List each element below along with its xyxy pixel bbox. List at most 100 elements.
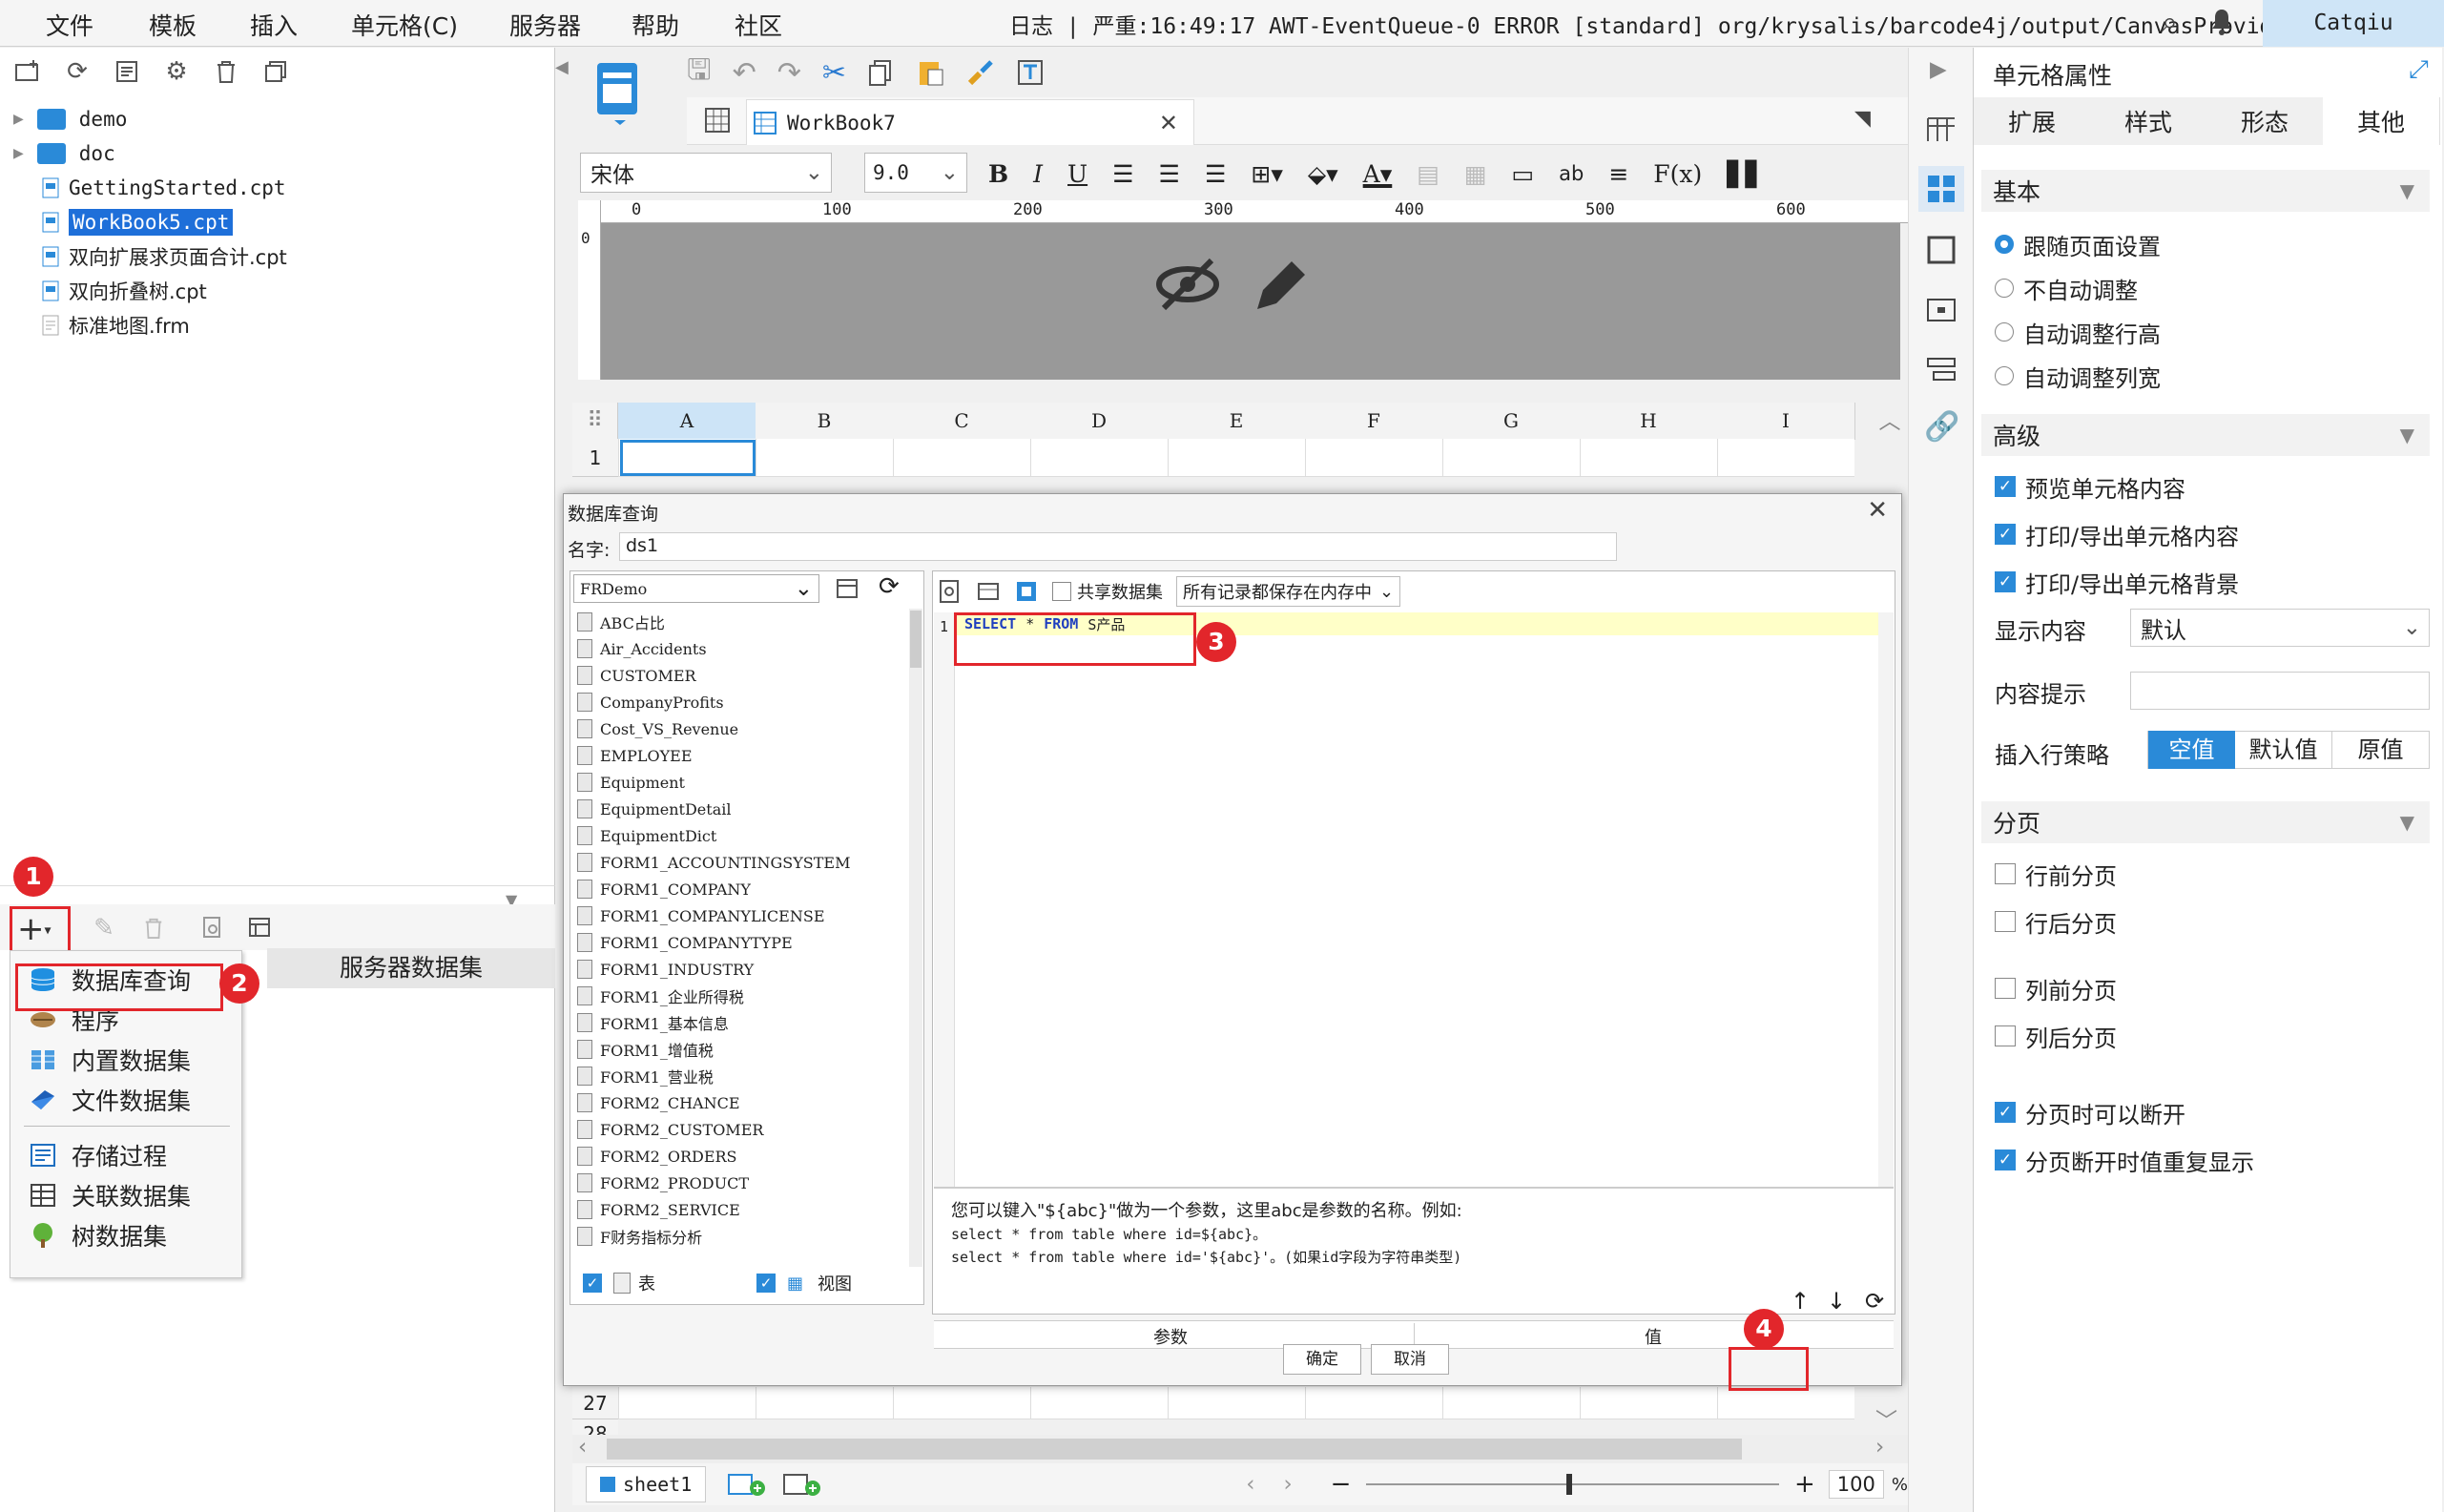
bold-icon[interactable]: B — [988, 160, 1008, 188]
sql-scrollbar[interactable] — [1878, 612, 1894, 1187]
add-dashboard-sheet-icon[interactable] — [782, 1472, 821, 1497]
scroll-down-icon[interactable]: ﹀ — [1875, 1402, 1897, 1435]
radio-follow-page[interactable]: 跟随页面设置 — [1995, 225, 2161, 263]
table-item[interactable]: FORM1_企业所得税 — [577, 983, 744, 1009]
table-item[interactable]: FORM2_ORDERS — [577, 1143, 737, 1170]
hidden-eye-icon[interactable] — [1154, 256, 1221, 327]
sheet-tab-sheet1[interactable]: sheet1 — [586, 1466, 707, 1502]
zoom-slider[interactable] — [1366, 1474, 1779, 1495]
table-item[interactable]: FORM1_COMPANYTYPE — [577, 929, 793, 956]
bell-icon[interactable] — [2211, 8, 2232, 36]
row-header[interactable]: 1 — [572, 439, 618, 477]
insert-original-option[interactable]: 原值 — [2332, 731, 2429, 769]
column-layout-icon[interactable] — [1924, 111, 1958, 145]
menu-item-related-dataset[interactable]: 关联数据集 — [10, 1176, 239, 1214]
paste-icon[interactable] — [917, 58, 945, 87]
zoom-out-icon[interactable]: − — [1331, 1470, 1352, 1499]
cancel-button[interactable]: 取消 — [1371, 1344, 1449, 1375]
save-icon[interactable]: 🖫 — [687, 49, 712, 97]
zoom-in-icon[interactable]: + — [1794, 1470, 1815, 1499]
checkbox-page-after-col[interactable]: 列后分页 — [1995, 1017, 2117, 1055]
expand-arrow-icon[interactable]: ▶ — [13, 146, 24, 161]
display-content-select[interactable]: 默认 ⌄ — [2130, 609, 2430, 647]
table-item[interactable]: FORM1_COMPANY — [577, 876, 751, 902]
pin-icon[interactable]: ⤢ — [2409, 55, 2429, 85]
report-template-icon[interactable] — [593, 59, 647, 126]
unmerge-cells-icon[interactable]: ▦ — [1464, 160, 1487, 188]
checkbox-page-before-row[interactable]: 行前分页 — [1995, 855, 2117, 893]
column-header[interactable]: B — [756, 403, 894, 440]
radio-auto-col-width[interactable]: 自动调整列宽 — [1995, 357, 2161, 395]
hyperlink-icon[interactable]: 🔗 — [1924, 410, 1959, 444]
section-basic[interactable]: 基本 ▼ — [1981, 170, 2430, 212]
params-icon[interactable] — [976, 579, 1001, 604]
table-item[interactable]: FORM1_ACCOUNTINGSYSTEM — [577, 849, 850, 876]
query-icon[interactable] — [1014, 579, 1039, 604]
menu-cell[interactable]: 单元格(C) — [351, 8, 458, 42]
format-painter-icon[interactable] — [966, 58, 995, 87]
table-item[interactable]: FORM2_CHANCE — [577, 1089, 740, 1116]
column-header[interactable]: H — [1580, 403, 1718, 440]
table-item[interactable]: FORM1_基本信息 — [577, 1009, 729, 1036]
font-size-select[interactable]: 9.0 ⌄ — [864, 153, 967, 193]
table-item[interactable]: CUSTOMER — [577, 662, 696, 689]
italic-icon[interactable]: I — [1033, 160, 1043, 188]
tab-menu-icon[interactable]: ◥ — [1854, 107, 1871, 131]
border-icon[interactable]: ⊞▾ — [1251, 160, 1283, 188]
table-item[interactable]: ABC占比 — [577, 609, 665, 635]
table-item[interactable]: EMPLOYEE — [577, 742, 693, 769]
text-box-icon[interactable] — [1016, 58, 1045, 87]
checkbox-print-background[interactable]: ✓ 打印/导出单元格背景 — [1995, 563, 2239, 601]
menu-server[interactable]: 服务器 — [509, 8, 581, 42]
pencil-icon[interactable] — [1250, 256, 1311, 322]
menu-file[interactable]: 文件 — [46, 8, 93, 42]
close-tab-icon[interactable]: ✕ — [1159, 110, 1178, 136]
log-message[interactable]: 日志 | 严重:16:49:17 AWT-EventQueue-0 ERROR … — [1009, 8, 2299, 40]
formula-icon[interactable]: F(x) — [1653, 160, 1702, 188]
preview-dataset-icon[interactable] — [197, 912, 229, 944]
menu-item-file-dataset[interactable]: 文件数据集 — [10, 1081, 239, 1119]
copy-cell-icon[interactable] — [867, 58, 896, 87]
collapse-right-icon[interactable]: ▶ — [1930, 57, 1947, 82]
new-folder-icon[interactable] — [11, 55, 44, 88]
cut-icon[interactable]: ✂ — [822, 56, 846, 90]
selected-cell-a1[interactable] — [620, 440, 756, 476]
scroll-right-icon[interactable]: › — [1875, 1435, 1884, 1460]
row-header[interactable]: 28 — [572, 1419, 618, 1435]
content-tip-input[interactable] — [2130, 672, 2430, 710]
tree-item-workbook5[interactable]: WorkBook5.cpt — [42, 206, 234, 238]
grid-row-1[interactable] — [618, 439, 1854, 477]
tree-item-bidirectional-total[interactable]: 双向扩展求页面合计.cpt — [42, 240, 287, 273]
radio-auto-row-height[interactable]: 自动调整行高 — [1995, 313, 2161, 351]
checkbox-page-break-allowed[interactable]: ✓ 分页时可以断开 — [1995, 1093, 2185, 1131]
tree-item-folding-tree[interactable]: 双向折叠树.cpt — [42, 275, 207, 307]
redo-icon[interactable]: ↷ — [777, 56, 801, 90]
menu-insert[interactable]: 插入 — [250, 8, 298, 42]
align-left-icon[interactable]: ☰ — [1112, 160, 1133, 188]
prev-sheet-icon[interactable]: ‹ — [1246, 1472, 1254, 1497]
collapse-left-icon[interactable]: ◀ — [555, 57, 569, 77]
delete-dataset-icon[interactable] — [137, 912, 170, 944]
column-header[interactable]: F — [1305, 403, 1443, 440]
tab-expand[interactable]: 扩展 — [1974, 97, 2091, 145]
filter-table-checkbox[interactable]: ✓ 表 — [583, 1271, 655, 1295]
close-dialog-icon[interactable]: ✕ — [1867, 496, 1888, 525]
zoom-value[interactable]: 100 — [1828, 1470, 1884, 1499]
tree-item-demo[interactable]: ▶ demo — [13, 103, 127, 135]
font-name-select[interactable]: 宋体 ⌄ — [580, 153, 832, 193]
scroll-up-icon[interactable]: ︿ — [1875, 403, 1904, 441]
table-item[interactable]: EquipmentDetail — [577, 796, 731, 822]
move-down-icon[interactable]: ↓ — [1827, 1288, 1846, 1315]
connection-settings-icon[interactable] — [835, 576, 861, 603]
dataset-settings-icon[interactable] — [244, 912, 277, 944]
insert-null-option[interactable]: 空值 — [2148, 731, 2236, 769]
tab-other[interactable]: 其他 — [2323, 97, 2440, 145]
table-item[interactable]: FORM2_PRODUCT — [577, 1170, 749, 1196]
checkbox-preview-content[interactable]: ✓ 预览单元格内容 — [1995, 467, 2185, 506]
font-color-icon[interactable]: A▾ — [1363, 160, 1393, 188]
column-header[interactable]: E — [1168, 403, 1306, 440]
cache-option-select[interactable]: 所有记录都保存在内存中 ⌄ — [1176, 576, 1401, 607]
scroll-left-icon[interactable]: ‹ — [578, 1435, 587, 1460]
section-advanced[interactable]: 高级 ▼ — [1981, 414, 2430, 456]
zoom-slider-handle[interactable] — [1566, 1474, 1573, 1495]
